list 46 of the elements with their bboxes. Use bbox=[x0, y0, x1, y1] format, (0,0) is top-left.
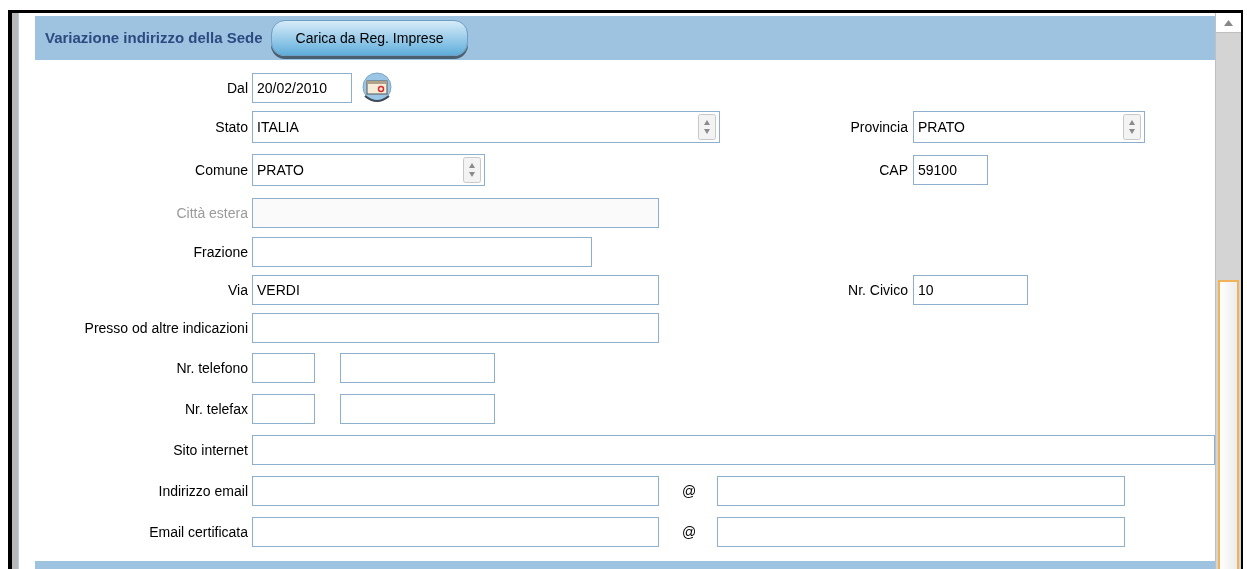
text-field[interactable] bbox=[252, 313, 659, 343]
field-label: Email certificata bbox=[148, 522, 249, 542]
text-field[interactable] bbox=[252, 198, 659, 228]
at-sign: @ bbox=[680, 481, 698, 501]
date-field[interactable]: 20/02/2010 bbox=[252, 73, 352, 103]
text-field[interactable] bbox=[252, 476, 659, 506]
field-label: Presso od altre indicazioni bbox=[83, 318, 249, 338]
scrollbar[interactable] bbox=[1215, 13, 1241, 569]
up-arrow-icon bbox=[1224, 19, 1233, 26]
load-button[interactable]: Carica da Reg. Imprese bbox=[270, 20, 469, 56]
field-label: Provincia bbox=[849, 117, 909, 137]
text-field[interactable]: 10 bbox=[913, 275, 1028, 305]
scroll-thumb[interactable] bbox=[1218, 280, 1239, 569]
field-label: Indirizzo email bbox=[157, 481, 249, 501]
text-field[interactable] bbox=[252, 353, 315, 383]
text-field[interactable] bbox=[252, 394, 315, 424]
text-field[interactable] bbox=[340, 394, 495, 424]
field-label: Stato bbox=[214, 117, 249, 137]
field-label: Sito internet bbox=[172, 440, 249, 460]
field-label: Comune bbox=[194, 160, 249, 180]
select-field[interactable]: PRATO bbox=[252, 154, 485, 186]
section-title: Variazione indirizzo della Sede bbox=[45, 27, 263, 48]
text-field[interactable]: VERDI bbox=[252, 275, 659, 305]
spinner-icon[interactable] bbox=[698, 114, 716, 140]
text-field[interactable] bbox=[252, 435, 1215, 465]
text-field[interactable] bbox=[252, 237, 592, 267]
text-field[interactable] bbox=[717, 476, 1125, 506]
field-label: Nr. telefax bbox=[183, 399, 249, 419]
scroll-up-button[interactable] bbox=[1216, 13, 1241, 33]
field-label: Città estera bbox=[175, 203, 249, 223]
field-label: Nr. Civico bbox=[847, 280, 909, 300]
at-sign: @ bbox=[680, 522, 698, 542]
select-field[interactable]: PRATO bbox=[913, 111, 1145, 143]
text-field[interactable] bbox=[252, 517, 659, 547]
field-label: CAP bbox=[878, 160, 909, 180]
text-field[interactable] bbox=[717, 517, 1125, 547]
field-label: Frazione bbox=[192, 242, 249, 262]
spinner-icon[interactable] bbox=[1123, 114, 1141, 140]
spinner-icon[interactable] bbox=[463, 157, 481, 183]
calendar-icon[interactable] bbox=[360, 72, 394, 104]
field-label: Via bbox=[227, 280, 249, 300]
field-label: Dal bbox=[226, 78, 249, 98]
field-label: Nr. telefono bbox=[175, 358, 249, 378]
select-field[interactable]: ITALIA bbox=[252, 111, 720, 143]
text-field[interactable]: 59100 bbox=[913, 155, 988, 185]
text-field[interactable] bbox=[340, 353, 495, 383]
